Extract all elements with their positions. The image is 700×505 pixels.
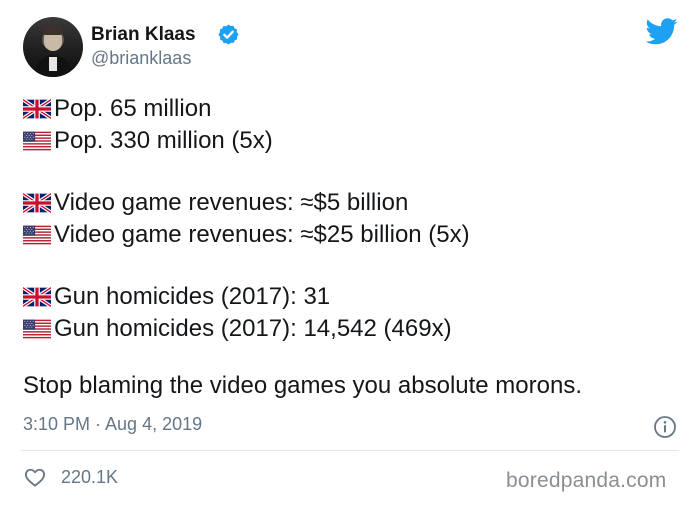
tweet-line: Pop. 330 million (5x) <box>23 125 470 157</box>
heart-icon[interactable] <box>24 467 46 487</box>
like-count[interactable]: 220.1K <box>61 467 118 488</box>
info-icon[interactable] <box>653 415 677 439</box>
author-name[interactable]: Brian Klaas <box>91 24 196 46</box>
tweet-line-text: Pop. 65 million <box>54 95 212 122</box>
tweet-line-text: Video game revenues: ≈$25 billion (5x) <box>54 221 470 248</box>
uk-flag-icon <box>23 193 51 213</box>
tweet-body: Pop. 65 million Pop. 330 million (5x) Vi… <box>23 93 470 345</box>
verified-badge-icon <box>218 24 239 45</box>
avatar[interactable] <box>23 17 83 77</box>
tweet-card: Brian Klaas @brianklaas Pop. 65 million <box>0 0 700 505</box>
us-flag-icon <box>23 225 51 245</box>
tweet-line-text: Pop. 330 million (5x) <box>54 127 273 154</box>
author-handle[interactable]: @brianklaas <box>91 48 191 69</box>
us-flag-icon <box>23 131 51 151</box>
watermark: boredpanda.com <box>506 469 667 492</box>
uk-flag-icon <box>23 287 51 307</box>
tweet-line: Video game revenues: ≈$5 billion <box>23 187 470 219</box>
tweet-line: Gun homicides (2017): 14,542 (469x) <box>23 313 470 345</box>
tweet-line-text: Gun homicides (2017): 14,542 (469x) <box>54 315 452 342</box>
tweet-line: Gun homicides (2017): 31 <box>23 281 470 313</box>
tweet-timestamp[interactable]: 3:10 PM · Aug 4, 2019 <box>23 414 202 435</box>
us-flag-icon <box>23 319 51 339</box>
tweet-line: Pop. 65 million <box>23 93 470 125</box>
divider <box>21 450 679 451</box>
tweet-line-text: Video game revenues: ≈$5 billion <box>54 189 409 216</box>
tweet-closing-text: Stop blaming the video games you absolut… <box>23 372 582 399</box>
twitter-bird-icon[interactable] <box>646 18 678 45</box>
tweet-line-text: Gun homicides (2017): 31 <box>54 283 331 310</box>
uk-flag-icon <box>23 99 51 119</box>
tweet-line: Video game revenues: ≈$25 billion (5x) <box>23 219 470 251</box>
